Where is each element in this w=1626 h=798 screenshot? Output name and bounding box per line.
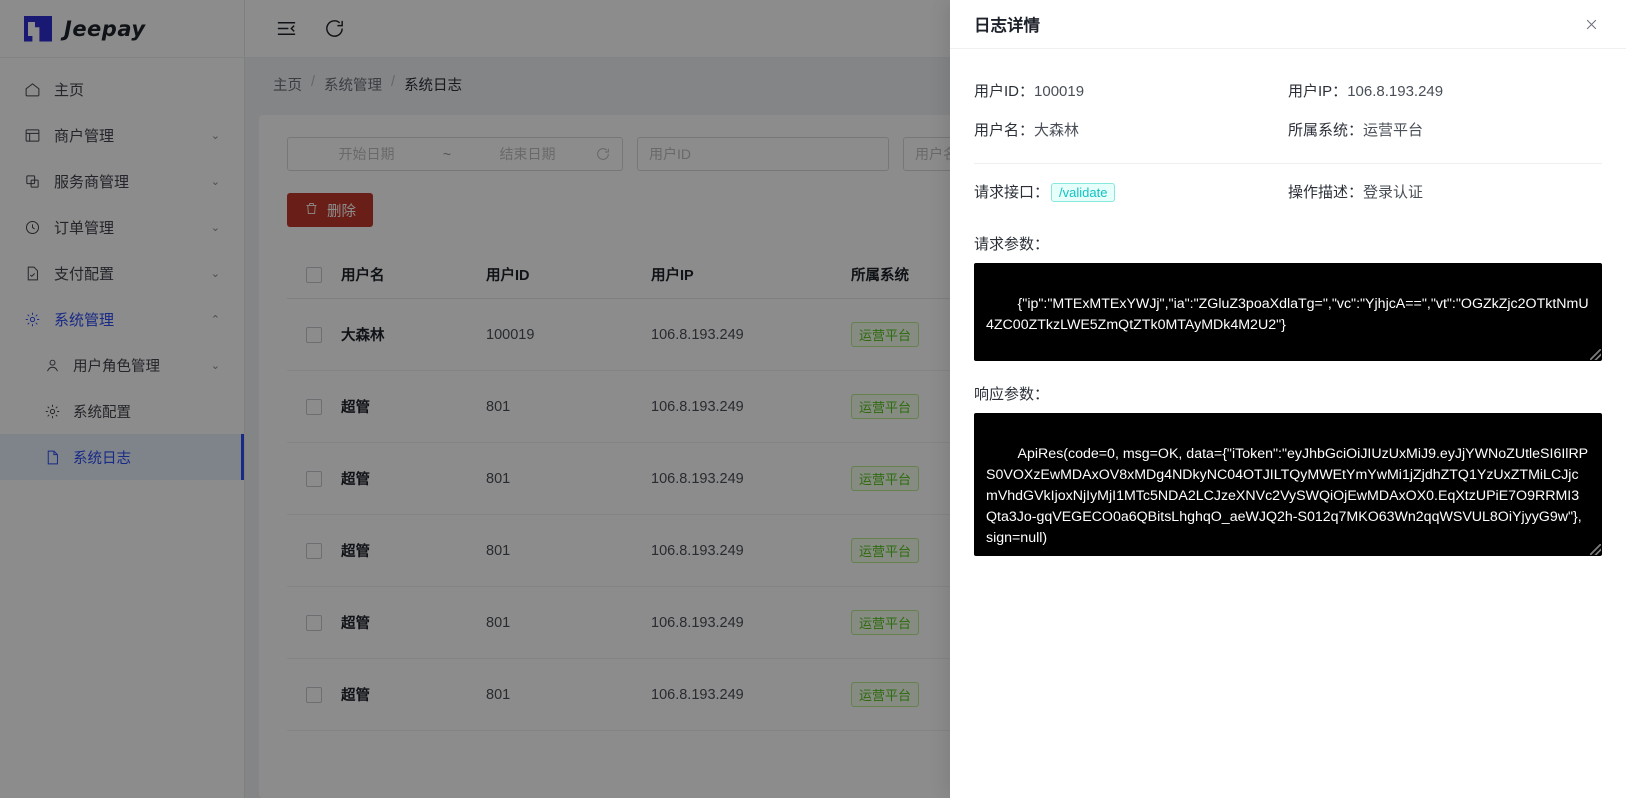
- field-op-desc: 操作描述：登录认证: [1288, 172, 1602, 211]
- field-user-name: 用户名：大森林: [974, 110, 1288, 149]
- drawer-header: 日志详情: [950, 0, 1626, 49]
- field-label: 请求接口：: [974, 184, 1050, 201]
- close-icon[interactable]: [1580, 13, 1602, 35]
- drawer-body: 用户ID：100019 用户IP：106.8.193.249 用户名：大森林 所…: [950, 49, 1626, 798]
- drawer-title: 日志详情: [974, 17, 1040, 35]
- field-label: 用户名：: [974, 122, 1035, 139]
- resize-handle-icon[interactable]: [1590, 349, 1601, 360]
- response-params-value: ApiRes(code=0, msg=OK, data={"iToken":"e…: [986, 446, 1589, 546]
- request-params-label: 请求参数：: [974, 236, 1050, 253]
- field-label: 操作描述：: [1288, 184, 1364, 201]
- log-detail-drawer: 日志详情 用户ID：100019 用户IP：106.8.193.249 用户名：…: [950, 0, 1626, 798]
- field-user-ip: 用户IP：106.8.193.249: [1288, 71, 1602, 110]
- request-params-textarea[interactable]: {"ip":"MTExMTExYWJj","ia":"ZGluZ3poaXdla…: [974, 263, 1602, 361]
- field-system: 所属系统：运营平台: [1288, 110, 1602, 149]
- field-label: 用户IP：: [1288, 83, 1348, 100]
- field-value: 100019: [1034, 83, 1085, 100]
- detail-fields: 用户ID：100019 用户IP：106.8.193.249 用户名：大森林 所…: [974, 71, 1602, 149]
- request-params-value: {"ip":"MTExMTExYWJj","ia":"ZGluZ3poaXdla…: [986, 296, 1589, 333]
- field-value: 大森林: [1034, 122, 1080, 139]
- field-value: 106.8.193.249: [1347, 83, 1444, 100]
- resize-handle-icon[interactable]: [1590, 544, 1601, 555]
- field-user-id: 用户ID：100019: [974, 71, 1288, 110]
- field-request-api: 请求接口：/validate: [974, 172, 1288, 211]
- field-label: 所属系统：: [1288, 122, 1364, 139]
- api-badge: /validate: [1051, 183, 1116, 202]
- detail-fields-secondary: 请求接口：/validate 操作描述：登录认证: [974, 172, 1602, 211]
- field-value: 运营平台: [1363, 122, 1424, 139]
- response-params-label: 响应参数：: [974, 386, 1050, 403]
- field-value: 登录认证: [1363, 184, 1424, 201]
- response-params-textarea[interactable]: ApiRes(code=0, msg=OK, data={"iToken":"e…: [974, 413, 1602, 556]
- field-label: 用户ID：: [974, 83, 1035, 100]
- section-divider: [974, 163, 1602, 164]
